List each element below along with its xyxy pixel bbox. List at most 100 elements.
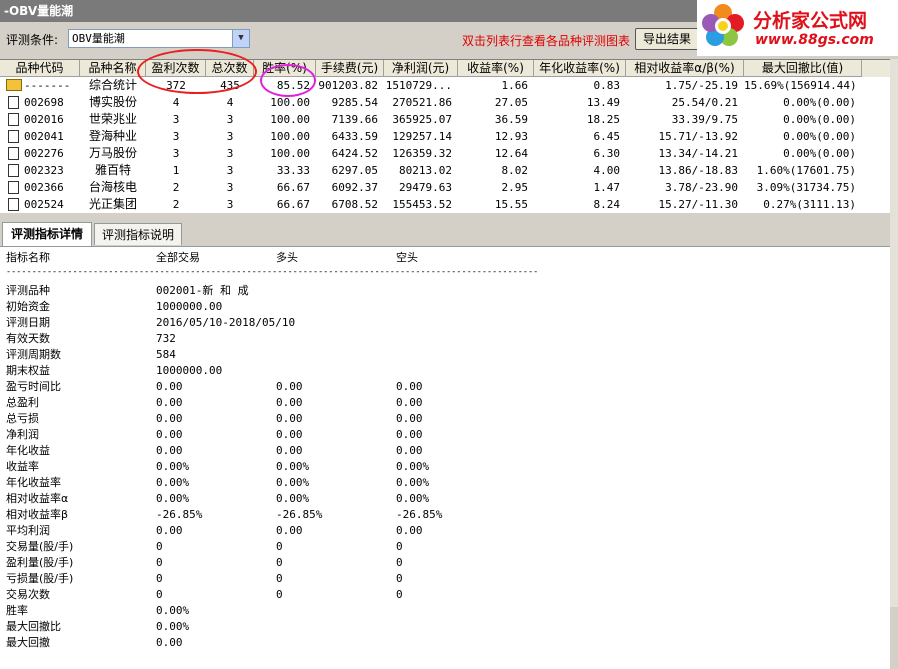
table-cell-code: 002041 <box>24 130 64 143</box>
metric-value-all: 0.00% <box>156 604 190 617</box>
metric-value-long: 0.00 <box>276 428 303 441</box>
metric-value-all: 0.00% <box>156 620 190 633</box>
tab-explanation[interactable]: 评测指标说明 <box>94 223 182 245</box>
table-cell-profit: 155453.52 <box>392 198 452 211</box>
metric-label: 期末权益 <box>6 364 50 377</box>
document-icon <box>8 147 19 160</box>
table-cell-dd: 0.00%(0.00) <box>783 147 856 160</box>
table-cell-annual: 8.24 <box>593 198 621 211</box>
column-header[interactable]: 手续费(元) <box>316 60 384 77</box>
column-header[interactable]: 净利润(元) <box>384 60 458 77</box>
column-header[interactable]: 品种名称 <box>80 60 146 77</box>
table-cell-profit: 270521.86 <box>392 96 452 109</box>
metric-value-all: 0.00 <box>156 444 183 457</box>
table-row[interactable]: 002016 世荣兆业 3 3 100.00 7139.66 365925.07 36.59 1… <box>0 111 890 128</box>
table-cell-dd: 1.60%(17601.75) <box>756 164 856 177</box>
table-cell-winrate: 100.00 <box>270 147 310 160</box>
column-header[interactable]: 年化收益率(%) <box>534 60 626 77</box>
document-icon <box>8 198 19 211</box>
column-header[interactable]: 品种代码 <box>0 60 80 77</box>
table-cell-code: 002323 <box>24 164 64 177</box>
metric-label: 亏损量(股/手) <box>6 572 74 585</box>
summary-icon <box>6 79 22 91</box>
table-cell-ret: 36.59 <box>494 113 528 126</box>
metric-label: 年化收益 <box>6 444 50 457</box>
table-cell-fee: 6297.05 <box>331 164 378 177</box>
table-cell-wins: 3 <box>172 147 180 160</box>
table-cell-code: ------- <box>24 79 71 92</box>
document-icon <box>8 113 19 126</box>
detail-panel: 指标名称 全部交易 多头 空头 ------------------------… <box>0 246 890 669</box>
table-cell-profit: 1510729... <box>385 79 452 92</box>
tab-detail[interactable]: 评测指标详情 <box>2 222 92 246</box>
metric-value-short: 0.00 <box>396 412 423 425</box>
metric-value-long: 0.00 <box>276 380 303 393</box>
metric-value-short: 0.00 <box>396 524 423 537</box>
metric-value-long: 0 <box>276 540 283 553</box>
table-row[interactable]: 002323 雅百特 1 3 33.33 6297.05 80213.02 8.02 4.00 1… <box>0 162 890 179</box>
table-cell-total: 3 <box>226 130 234 143</box>
table-row[interactable]: 002698 博实股份 4 4 100.00 9285.54 270521.86 27.05 1… <box>0 94 890 111</box>
table-cell-total: 3 <box>226 198 234 211</box>
table-cell-winrate: 100.00 <box>270 130 310 143</box>
table-cell-rel: 15.27/-11.30 <box>658 198 738 211</box>
table-cell-annual: 6.45 <box>593 130 621 143</box>
metric-label: 收益率 <box>6 460 39 473</box>
export-button[interactable]: 导出结果 <box>635 28 699 50</box>
table-cell-dd: 0.00%(0.00) <box>783 113 856 126</box>
metric-value-short: 0 <box>396 540 403 553</box>
table-cell-ret: 8.02 <box>501 164 529 177</box>
table-cell-rel: 25.54/0.21 <box>671 96 738 109</box>
table-cell-wins: 4 <box>172 96 180 109</box>
logo-url: www.88gs.com <box>755 32 874 48</box>
detail-separator: ----------------------------------------… <box>6 267 539 277</box>
table-cell-fee: 6424.52 <box>331 147 378 160</box>
metric-value-all: 732 <box>156 332 176 345</box>
table-cell-dd: 3.09%(31734.75) <box>756 181 856 194</box>
annotation-red-circle <box>137 49 257 94</box>
table-cell-dd: 0.00%(0.00) <box>783 130 856 143</box>
table-cell-total: 4 <box>226 96 234 109</box>
table-row[interactable]: 002276 万马股份 3 3 100.00 6424.52 126359.32 12.64 6… <box>0 145 890 162</box>
metric-value-short: 0.00 <box>396 428 423 441</box>
metric-label: 相对收益率α <box>6 492 69 505</box>
metric-value-all: 584 <box>156 348 176 361</box>
column-header[interactable]: 最大回撤比(值) <box>744 60 862 77</box>
vertical-scrollbar[interactable] <box>890 59 898 607</box>
table-cell-profit: 29479.63 <box>399 181 452 194</box>
table-row[interactable]: 002366 台海核电 2 3 66.67 6092.37 29479.63 2.95 1.47… <box>0 179 890 196</box>
table-cell-wins: 2 <box>172 198 180 211</box>
metric-label: 总亏损 <box>6 412 39 425</box>
metric-value-all: 0.00 <box>156 524 183 537</box>
results-table[interactable]: 品种代码 品种名称 盈利次数 总次数 胜率(%) 手续费(元) 净利润(元) 收益率(%) 年化… <box>0 59 890 213</box>
table-row[interactable]: 002041 登海种业 3 3 100.00 6433.59 129257.14 12.93 6… <box>0 128 890 145</box>
column-header[interactable]: 收益率(%) <box>458 60 534 77</box>
table-cell-name: 台海核电 <box>88 180 137 194</box>
chevron-down-icon[interactable]: ▼ <box>232 30 249 47</box>
condition-value: OBV量能潮 <box>72 32 125 45</box>
table-cell-fee: 9285.54 <box>331 96 378 109</box>
metric-value-long: 0.00 <box>276 524 303 537</box>
metric-value-long: 0 <box>276 572 283 585</box>
table-cell-wins: 1 <box>172 164 180 177</box>
metric-label: 评测品种 <box>6 284 50 297</box>
table-cell-annual: 4.00 <box>593 164 621 177</box>
table-cell-total: 3 <box>226 147 234 160</box>
table-cell-name: 世荣兆业 <box>88 112 137 126</box>
table-cell-rel: 33.39/9.75 <box>671 113 738 126</box>
condition-select[interactable]: OBV量能潮 ▼ <box>68 29 250 48</box>
metric-value-short: 0.00 <box>396 444 423 457</box>
column-header[interactable]: 相对收益率α/β(%) <box>626 60 744 77</box>
metric-value-short: -26.85% <box>396 508 443 521</box>
table-cell-ret: 2.95 <box>501 181 529 194</box>
table-row[interactable]: ------- 综合统计 372 435 85.52 901203.82 1510729..… <box>0 77 890 94</box>
table-cell-ret: 1.66 <box>501 79 529 92</box>
table-row[interactable]: 002524 光正集团 2 3 66.67 6708.52 155453.52 15.55 8.… <box>0 196 890 213</box>
table-cell-wins: 3 <box>172 130 180 143</box>
table-cell-winrate: 66.67 <box>276 198 310 211</box>
metric-value-all: -26.85% <box>156 508 203 521</box>
table-cell-ret: 12.93 <box>494 130 528 143</box>
condition-label: 评测条件: <box>6 33 59 47</box>
metric-value-all: 0 <box>156 588 163 601</box>
table-cell-fee: 6708.52 <box>331 198 378 211</box>
